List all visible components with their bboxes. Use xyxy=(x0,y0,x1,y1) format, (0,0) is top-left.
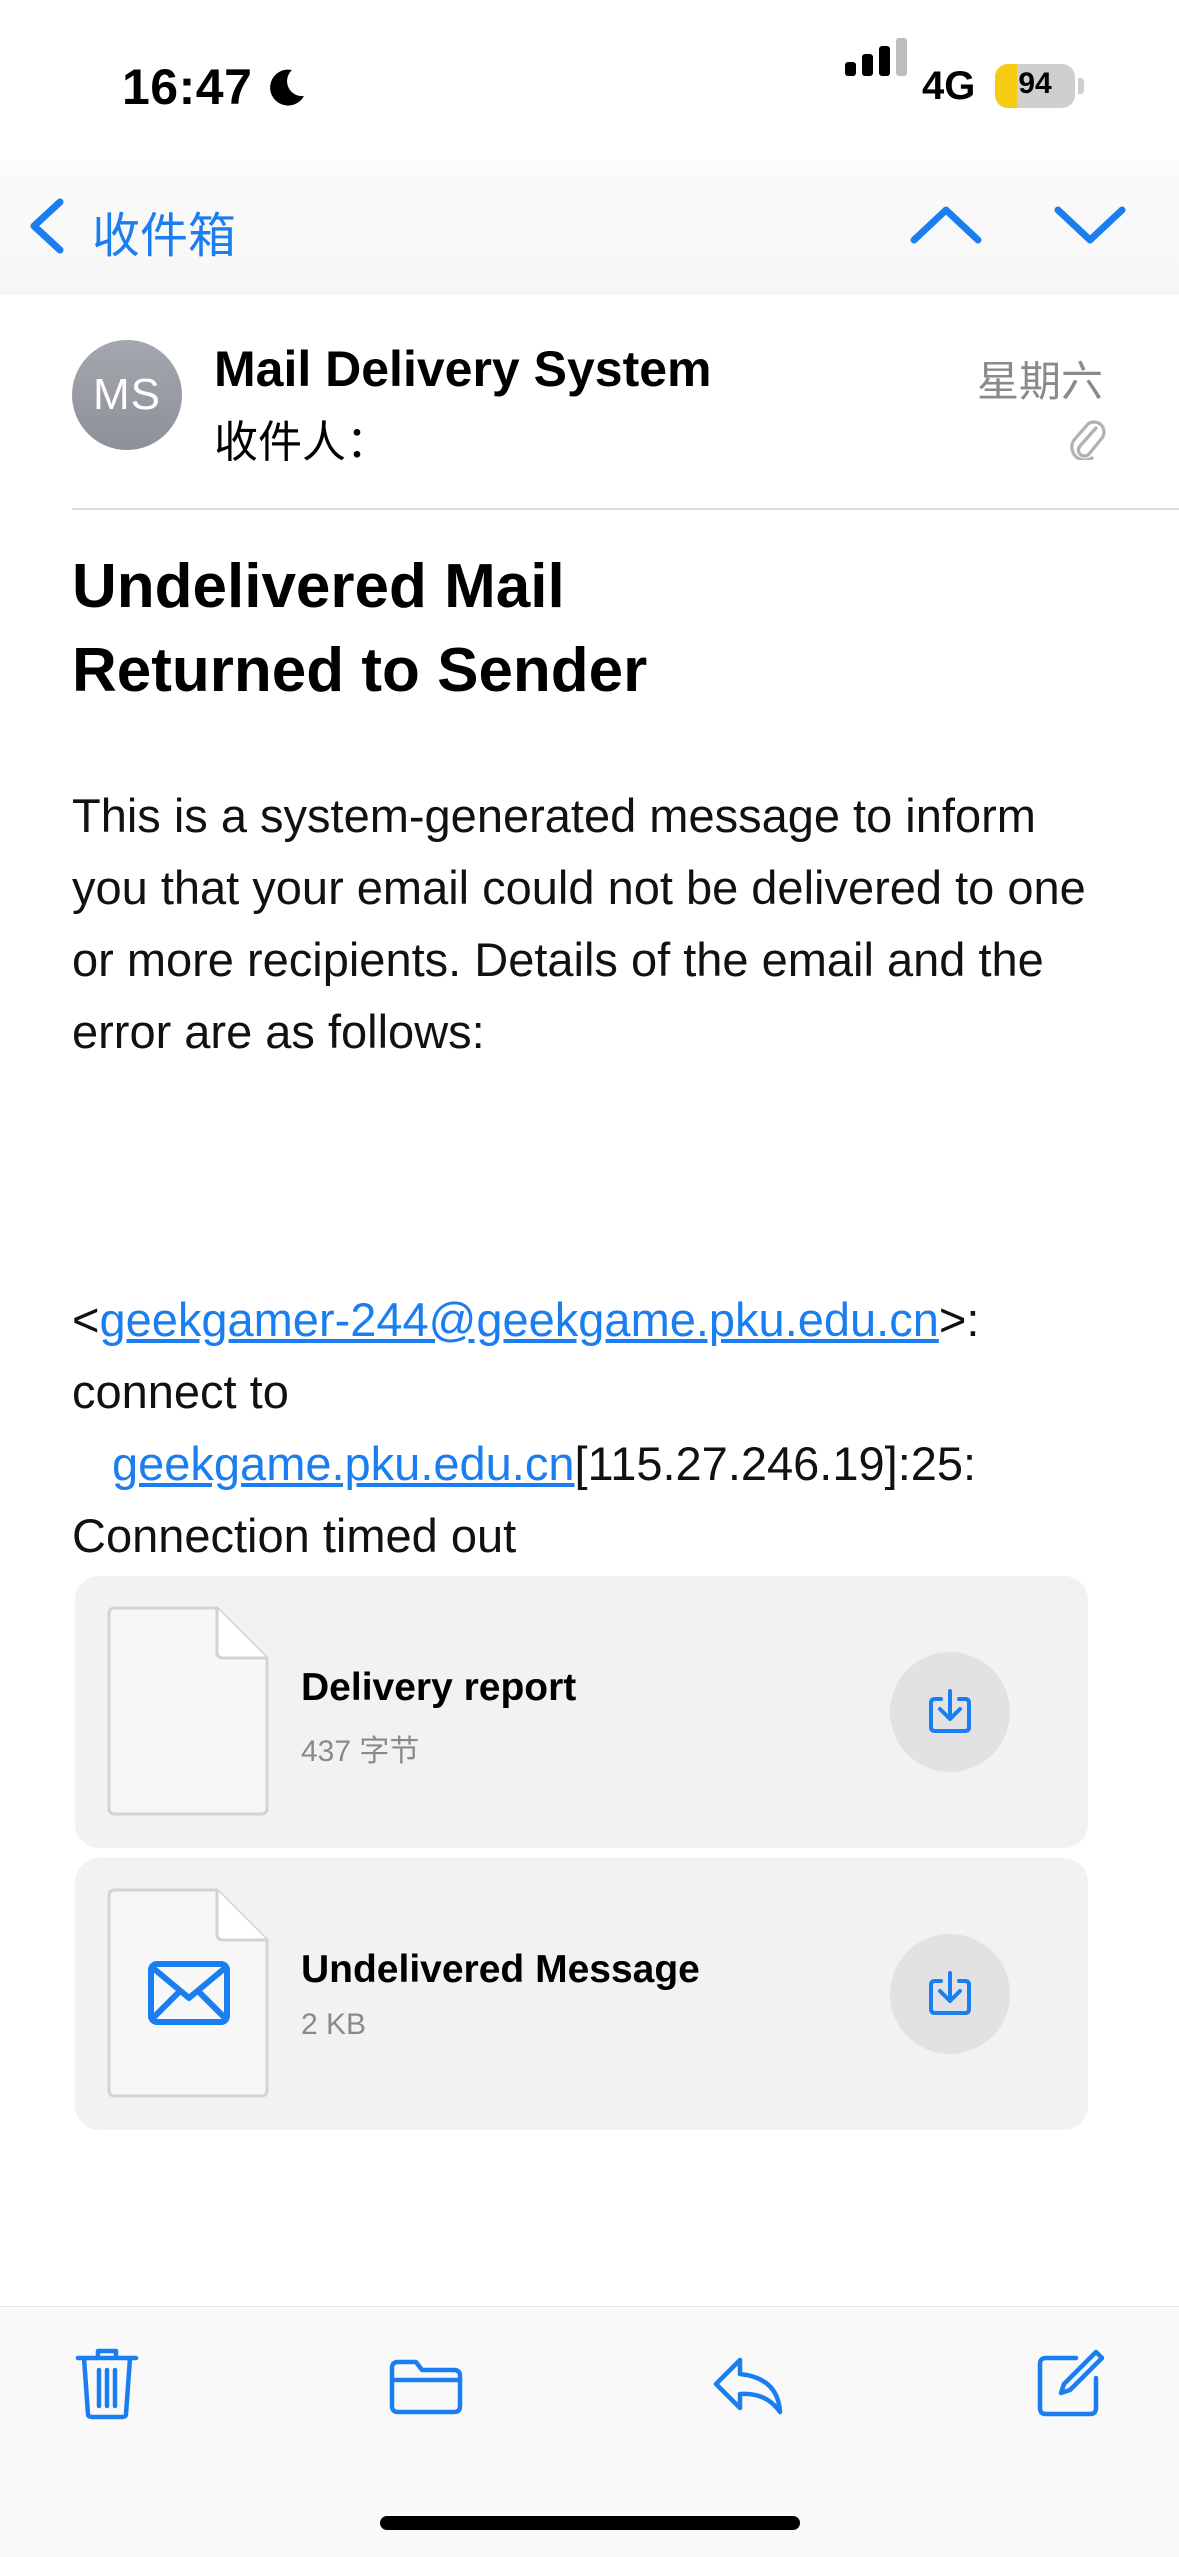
recipient-label: 收件人： xyxy=(214,418,390,467)
message-date: 星期六 xyxy=(976,358,1103,405)
battery-level: 94 xyxy=(1018,67,1052,100)
attachment-name: Delivery report xyxy=(301,1666,577,1709)
moon-icon xyxy=(270,69,304,106)
battery-tip xyxy=(1078,78,1084,94)
download-button[interactable] xyxy=(890,1934,1010,2054)
battery-icon: 94 xyxy=(995,64,1075,108)
attachment-undelivered-message[interactable]: Undelivered Message 2 KB xyxy=(75,1858,1088,2130)
host-suffix: [115.27.246.19]:25: xyxy=(574,1437,977,1490)
paperclip-icon xyxy=(1070,420,1106,460)
attachment-size: 437 字节 xyxy=(301,1735,420,1768)
network-type: 4G xyxy=(922,64,976,108)
download-button[interactable] xyxy=(890,1652,1010,1772)
host-link[interactable]: geekgame.pku.edu.cn xyxy=(112,1437,575,1490)
chevron-up-icon[interactable] xyxy=(908,196,984,256)
error-timeout-line: Connection timed out xyxy=(72,1509,517,1562)
back-to-inbox-button[interactable]: 收件箱 xyxy=(92,196,236,266)
reply-icon[interactable] xyxy=(710,2354,784,2416)
document-icon xyxy=(107,1606,269,1816)
error-connect-line: connect to xyxy=(72,1365,289,1418)
subject-line-2: Returned to Sender xyxy=(72,636,648,705)
attachment-delivery-report[interactable]: Delivery report 437 字节 xyxy=(75,1576,1088,1848)
chevron-down-icon[interactable] xyxy=(1052,196,1128,256)
error-host-line: geekgame.pku.edu.cn[115.27.246.19]:25: xyxy=(112,1428,976,1500)
error-address-line: <geekgamer-244@geekgame.pku.edu.cn>: xyxy=(72,1284,979,1356)
folder-icon[interactable] xyxy=(388,2356,464,2416)
lt-sign: < xyxy=(72,1293,100,1346)
sender-name[interactable]: Mail Delivery System xyxy=(214,340,712,398)
attachment-size: 2 KB xyxy=(301,2008,367,2041)
chevron-left-icon[interactable] xyxy=(22,196,72,256)
download-icon xyxy=(929,1689,971,1733)
attachment-name: Undelivered Message xyxy=(301,1948,700,1991)
download-icon xyxy=(929,1971,971,2015)
status-time: 16:47 xyxy=(122,59,253,115)
envelope-document-icon xyxy=(107,1888,269,2098)
header-divider xyxy=(72,508,1179,510)
gt-sign: >: xyxy=(938,1293,980,1346)
compose-icon[interactable] xyxy=(1036,2348,1104,2418)
subject-line-1: Undelivered Mail xyxy=(72,552,565,621)
home-indicator[interactable] xyxy=(380,2516,800,2530)
trash-icon[interactable] xyxy=(74,2346,140,2420)
recipient-address-link[interactable]: geekgamer-244@geekgame.pku.edu.cn xyxy=(99,1293,938,1346)
email-body: This is a system-generated message to in… xyxy=(72,789,1086,1058)
email-subject: Undelivered Mail Returned to Sender xyxy=(72,545,1022,713)
avatar[interactable]: MS xyxy=(72,340,182,450)
